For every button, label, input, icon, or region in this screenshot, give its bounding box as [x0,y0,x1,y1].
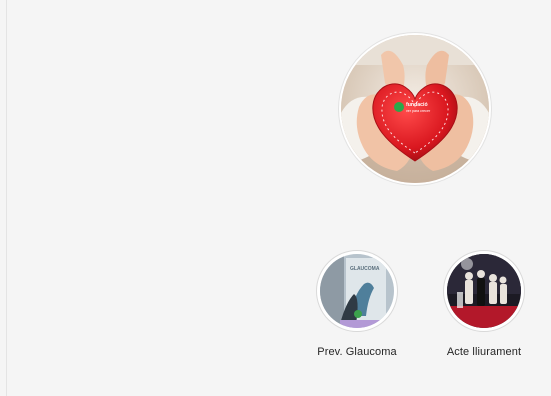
stage-event-image [447,254,521,328]
profile-avatar[interactable]: fundació ver para crecer [341,35,489,183]
highlight-label: Acte lliurament [446,346,522,358]
highlight-thumbnail: GLAUCOMA [320,254,394,328]
avatar-logo-subtext: ver para crecer [406,109,431,113]
highlight-ring [443,250,525,332]
highlight-thumbnail [447,254,521,328]
highlight-label: Prev. Glaucoma [317,346,397,358]
glaucoma-cover-image: GLAUCOMA [320,254,394,328]
highlight-ring: GLAUCOMA [316,250,398,332]
highlight-acte-lliurament[interactable]: Acte lliurament [434,250,534,358]
avatar-logo-text: fundació [406,102,428,108]
highlight-prev-glaucoma[interactable]: GLAUCOMA Prev. Glaucoma [307,250,407,358]
heart-in-hands-image: fundació ver para crecer [341,35,489,183]
page-divider [6,0,7,396]
glaucoma-thumb-text: GLAUCOMA [350,266,380,272]
